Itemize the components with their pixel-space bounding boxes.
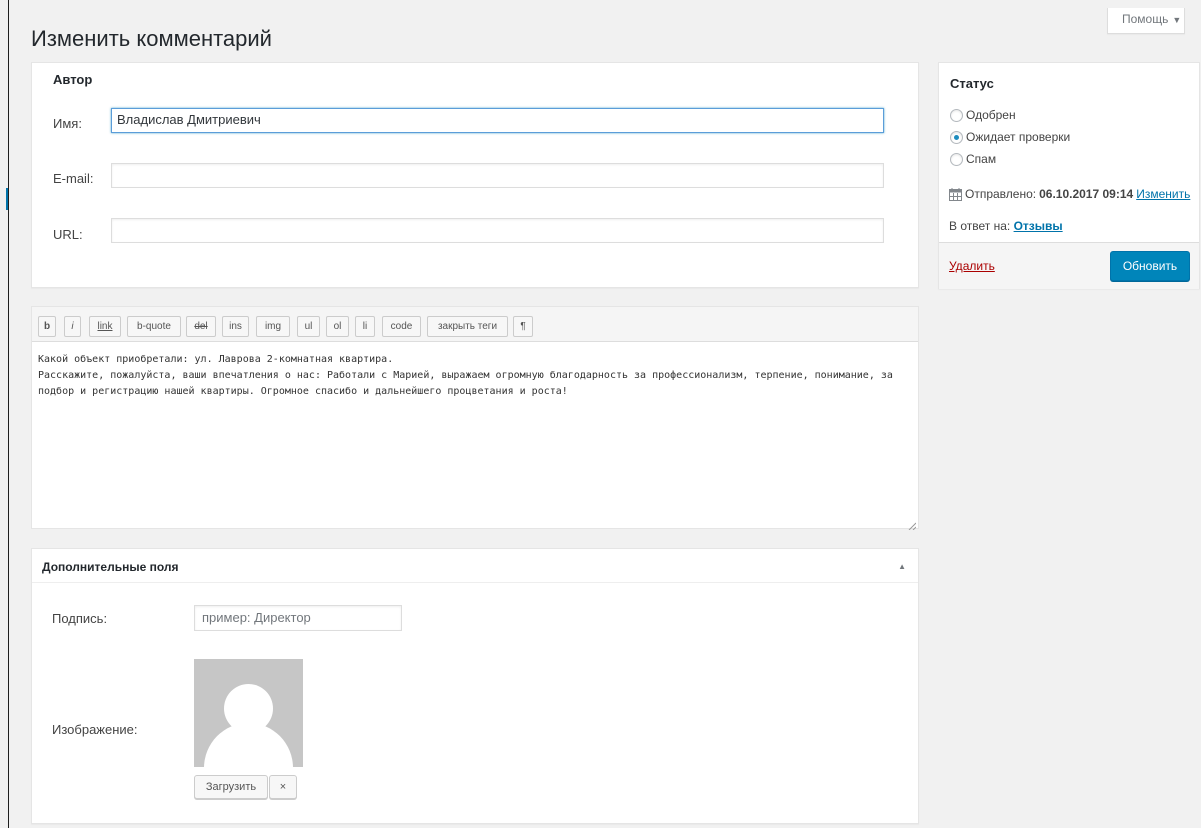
radio-spam[interactable] <box>950 152 963 166</box>
qt-link-button[interactable]: link <box>89 316 121 337</box>
edit-date-link[interactable]: Изменить <box>1136 187 1190 201</box>
qt-li-button[interactable]: li <box>355 316 375 337</box>
author-box: Автор Имя: Владислав Дмитриевич E-mail: … <box>31 62 919 288</box>
name-label: Имя: <box>53 116 82 131</box>
qt-ol-button[interactable]: ol <box>326 316 349 337</box>
signature-label: Подпись: <box>52 611 108 626</box>
qt-bold-button[interactable]: b <box>38 316 56 337</box>
status-title: Статус <box>950 76 994 91</box>
status-option-label: Спам <box>966 152 997 166</box>
signature-input[interactable]: пример: Директор <box>194 605 402 631</box>
remove-image-button[interactable]: × <box>269 775 297 799</box>
help-tab[interactable]: Помощь ▼ <box>1107 8 1185 34</box>
avatar-placeholder-image <box>194 659 303 767</box>
status-option-label: Одобрен <box>966 108 1016 122</box>
status-option-spam[interactable]: Спам <box>950 152 996 166</box>
left-edge-marker <box>6 188 8 210</box>
delete-link[interactable]: Удалить <box>949 259 995 273</box>
url-label: URL: <box>53 227 83 242</box>
url-field[interactable] <box>111 218 884 243</box>
upload-button[interactable]: Загрузить <box>194 775 268 799</box>
resize-handle-icon[interactable] <box>908 518 917 531</box>
comment-textarea[interactable]: Какой объект приобретали: ул. Лаврова 2-… <box>38 352 908 400</box>
avatar-body <box>204 723 293 767</box>
author-box-title: Автор <box>53 72 93 87</box>
email-field[interactable] <box>111 163 884 188</box>
reply-to-link[interactable]: Отзывы <box>1014 219 1063 233</box>
qt-italic-button[interactable]: i <box>64 316 81 337</box>
qt-del-button[interactable]: del <box>186 316 216 337</box>
qt-img-button[interactable]: img <box>256 316 290 337</box>
radio-pending[interactable] <box>950 130 963 144</box>
qt-ul-button[interactable]: ul <box>297 316 320 337</box>
page-title: Изменить комментарий <box>31 26 272 51</box>
status-option-approved[interactable]: Одобрен <box>950 108 1016 122</box>
update-button[interactable]: Обновить <box>1110 251 1190 281</box>
status-actions: Удалить Обновить <box>939 243 1199 289</box>
editor-toolbar: b i link b-quote del ins img ul ol li co… <box>32 307 918 342</box>
extra-fields-header[interactable]: Дополнительные поля ▲ <box>32 549 918 583</box>
email-label: E-mail: <box>53 171 94 186</box>
qt-paragraph-button[interactable]: ¶ <box>513 316 533 337</box>
qt-close-tags-button[interactable]: закрыть теги <box>427 316 508 337</box>
submitted-date: 06.10.2017 09:14 <box>1039 187 1134 201</box>
radio-approved[interactable] <box>950 108 963 122</box>
submitted-line: Отправлено: 06.10.2017 09:14 Изменить <box>949 187 1190 201</box>
status-option-label: Ожидает проверки <box>966 130 1071 144</box>
status-option-pending[interactable]: Ожидает проверки <box>950 130 1070 144</box>
extra-fields-box: Дополнительные поля ▲ Подпись: пример: Д… <box>31 548 919 824</box>
comment-editor: b i link b-quote del ins img ul ol li co… <box>31 306 919 531</box>
submitted-label: Отправлено: <box>965 187 1037 201</box>
name-field[interactable]: Владислав Дмитриевич <box>111 108 884 133</box>
qt-ins-button[interactable]: ins <box>222 316 249 337</box>
extra-fields-title: Дополнительные поля <box>42 560 179 574</box>
qt-blockquote-button[interactable]: b-quote <box>127 316 181 337</box>
qt-code-button[interactable]: code <box>382 316 421 337</box>
collapse-arrow-icon[interactable]: ▲ <box>898 562 906 571</box>
status-box: Статус Одобрен Ожидает проверки Спам Отп… <box>938 62 1200 289</box>
help-arrow-icon: ▼ <box>1172 15 1182 25</box>
reply-to-label: В ответ на: <box>949 219 1011 233</box>
left-edge-rule <box>8 0 9 828</box>
calendar-icon <box>949 187 962 201</box>
help-tab-label: Помощь <box>1122 12 1169 26</box>
image-label: Изображение: <box>52 722 138 737</box>
reply-to-line: В ответ на: Отзывы <box>949 219 1063 233</box>
